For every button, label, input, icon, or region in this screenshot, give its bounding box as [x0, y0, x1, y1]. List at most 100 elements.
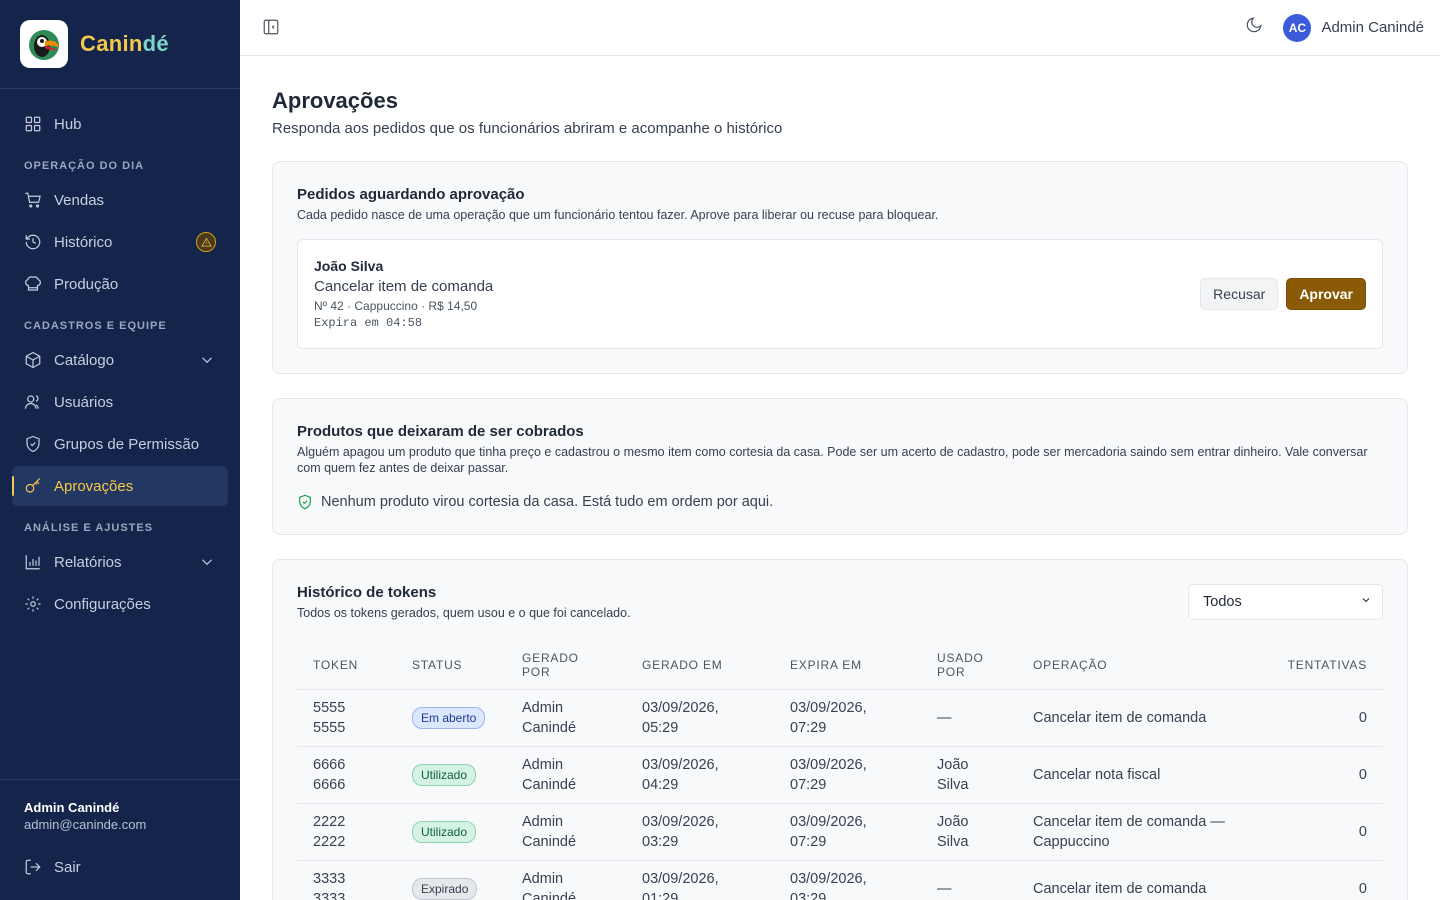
sidebar-item-relatorios[interactable]: Relatórios — [12, 542, 228, 582]
cell-operation: Cancelar nota fiscal — [1017, 746, 1272, 804]
sidebar-toggle-button[interactable] — [262, 18, 282, 38]
table-row[interactable]: 2222 2222 Utilizado Admin Canindé 03/09/… — [297, 803, 1383, 861]
logout-label: Sair — [54, 858, 81, 876]
footer-user-email: admin@caninde.com — [24, 817, 147, 832]
status-badge: Utilizado — [412, 821, 477, 843]
topbar-user-name[interactable]: Admin Canindé — [1321, 19, 1424, 36]
topbar-right: AC Admin Canindé — [1245, 13, 1440, 42]
gear-icon — [25, 596, 41, 612]
theme-toggle-button[interactable] — [1245, 16, 1263, 39]
table-row[interactable]: 6666 6666 Utilizado Admin Canindé 03/09/… — [297, 746, 1383, 804]
section-label-team: CADASTROS E EQUIPE — [24, 320, 167, 332]
cell-status: Expirado — [396, 860, 506, 900]
sidebar-item-label: Relatórios — [54, 553, 122, 571]
shield-check-icon — [26, 435, 40, 453]
col-attempts: TENTATIVAS — [1271, 641, 1383, 690]
token-history-table: TOKEN STATUS GERADO POR GERADO EM EXPIRA… — [297, 641, 1383, 900]
cell-attempts: 0 — [1271, 860, 1383, 900]
cell-generated-by: Admin Canindé — [506, 689, 626, 747]
sidebar-item-label: Grupos de Permissão — [54, 435, 200, 453]
sidebar-item-historico[interactable]: Histórico — [12, 222, 228, 262]
col-token: TOKEN — [297, 641, 396, 690]
chevron-down-icon — [202, 357, 212, 364]
sidebar-item-label: Histórico — [54, 233, 113, 251]
cell-status: Utilizado — [396, 803, 506, 861]
section-label-analysis: ANÁLISE E AJUSTES — [24, 522, 154, 534]
toucan-logo-icon — [20, 20, 68, 68]
bar-chart-icon — [25, 555, 40, 570]
cell-generated-by: Admin Canindé — [506, 746, 626, 804]
cell-operation: Cancelar item de comanda — [1017, 860, 1272, 900]
chevron-down-icon — [202, 559, 212, 566]
col-used-by: USADO POR — [921, 641, 1017, 690]
cell-generated-at: 03/09/2026, 03:29 — [626, 803, 774, 861]
package-icon — [25, 351, 41, 369]
moon-icon — [1247, 17, 1262, 33]
brand-name: Canindé — [80, 31, 169, 56]
pending-title: Pedidos aguardando aprovação — [297, 186, 525, 203]
cell-generated-by: Admin Canindé — [506, 860, 626, 900]
request-expiry: Expira em 04:58 — [314, 316, 423, 330]
table-row[interactable]: 5555 5555 Em aberto Admin Canindé 03/09/… — [297, 689, 1383, 747]
sidebar-item-usuarios[interactable]: Usuários — [12, 382, 228, 422]
panel-left-icon — [263, 19, 279, 34]
cell-expires-at: 03/09/2026, 07:29 — [774, 689, 921, 747]
section-label-day: OPERAÇÃO DO DIA — [24, 160, 145, 172]
sidebar-item-label: Usuários — [54, 393, 114, 411]
sidebar-item-configuracoes[interactable]: Configurações — [12, 584, 228, 624]
sidebar-item-label: Aprovações — [54, 477, 134, 495]
cell-generated-at: 03/09/2026, 04:29 — [626, 746, 774, 804]
history-title: Histórico de tokens — [297, 584, 437, 601]
cell-token: 2222 2222 — [297, 803, 396, 861]
avatar[interactable]: AC — [1283, 13, 1312, 42]
col-status: STATUS — [396, 641, 506, 690]
history-icon — [25, 234, 41, 250]
status-filter-value: Todos — [1203, 594, 1242, 610]
brand[interactable]: Canindé — [0, 0, 240, 89]
shield-check-icon — [299, 494, 311, 510]
request-operation: Cancelar item de comanda — [314, 278, 494, 295]
status-badge: Em aberto — [412, 707, 486, 729]
cell-used-by: João Silva — [921, 746, 1017, 804]
col-generated-by: GERADO POR — [506, 641, 626, 690]
comp-description: Alguém apagou um produto que tinha preço… — [297, 445, 1368, 475]
sidebar-item-label: Produção — [54, 275, 119, 293]
cell-expires-at: 03/09/2026, 03:29 — [774, 860, 921, 900]
history-heading: Histórico de tokens Todos os tokens gera… — [297, 584, 631, 621]
sidebar-item-label: Catálogo — [54, 351, 115, 369]
sidebar-item-grupos[interactable]: Grupos de Permissão — [12, 424, 228, 464]
status-filter-select[interactable]: Todos — [1188, 584, 1383, 620]
chef-hat-icon — [25, 276, 41, 291]
status-badge: Utilizado — [412, 764, 477, 786]
page-title: Aprovações — [272, 88, 398, 113]
request-requester: João Silva — [314, 258, 384, 274]
sidebar-footer: Admin Canindé admin@caninde.com Sair — [0, 779, 240, 900]
cell-operation: Cancelar item de comanda — [1017, 689, 1272, 747]
status-badge: Expirado — [412, 878, 478, 900]
sidebar-item-producao[interactable]: Produção — [12, 264, 228, 304]
history-header: Histórico de tokens Todos os tokens gera… — [297, 584, 1383, 621]
approve-button[interactable]: Aprovar — [1286, 278, 1366, 310]
cell-token: 3333 3333 — [297, 860, 396, 900]
sidebar-item-vendas[interactable]: Vendas — [12, 180, 228, 220]
sidebar-item-aprovacoes[interactable]: Aprovações — [12, 466, 228, 506]
cell-status: Em aberto — [396, 689, 506, 747]
grid-icon — [25, 116, 41, 132]
reject-button[interactable]: Recusar — [1200, 278, 1279, 310]
history-description: Todos os tokens gerados, quem usou e o q… — [297, 606, 631, 620]
topbar: AC Admin Canindé — [240, 0, 1440, 56]
logout-button[interactable]: Sair — [24, 858, 216, 876]
cell-expires-at: 03/09/2026, 07:29 — [774, 746, 921, 804]
logout-icon — [25, 859, 41, 875]
pending-requests-card: Pedidos aguardando aprovação Cada pedido… — [272, 161, 1408, 374]
cell-generated-at: 03/09/2026, 01:29 — [626, 860, 774, 900]
cell-used-by: — — [921, 689, 1017, 747]
sidebar-item-catalogo[interactable]: Catálogo — [12, 340, 228, 380]
cell-token: 5555 5555 — [297, 689, 396, 747]
sidebar-item-hub[interactable]: Hub — [12, 104, 228, 144]
sidebar-nav: Hub OPERAÇÃO DO DIA Vendas Histórico Pro… — [0, 89, 240, 624]
cell-used-by: João Silva — [921, 803, 1017, 861]
table-row[interactable]: 3333 3333 Expirado Admin Canindé 03/09/2… — [297, 860, 1383, 900]
cell-expires-at: 03/09/2026, 07:29 — [774, 803, 921, 861]
comp-title: Produtos que deixaram de ser cobrados — [297, 423, 584, 440]
